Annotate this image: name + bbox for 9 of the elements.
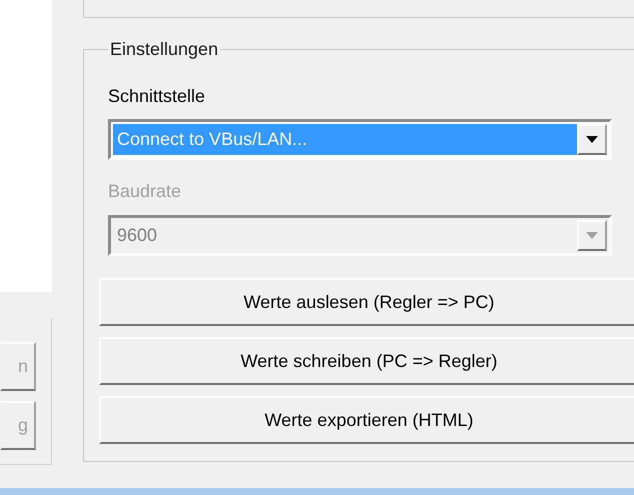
field-label: Baudrate [108,180,182,202]
group-title: Einstellungen [109,38,220,61]
push-button[interactable]: Werte auslesen (Regler => PC) [99,278,634,326]
push-button[interactable]: Werte schreiben (PC => Regler) [99,337,634,385]
push-button[interactable]: Werte exportieren (HTML) [99,396,634,444]
field-label: Schnittstelle [108,85,206,107]
caret-icon [586,136,598,143]
dropdown[interactable]: Connect to VBus/LAN... [108,119,612,160]
caret-icon [586,232,598,239]
